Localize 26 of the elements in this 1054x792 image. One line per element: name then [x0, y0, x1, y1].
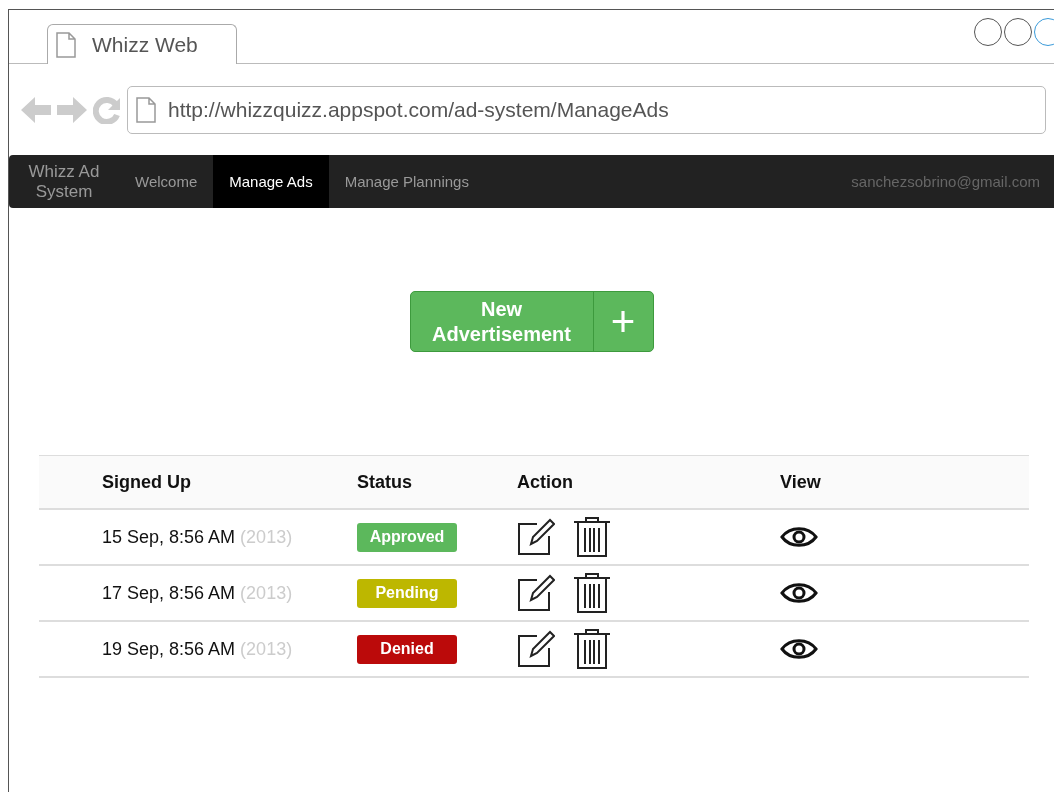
address-bar[interactable]: http://whizzquizz.appspot.com/ad-system/ManageAds [127, 85, 1046, 134]
column-header: Status [357, 471, 413, 493]
browser-tab[interactable]: Whizz Web [47, 24, 237, 64]
brand-name: Whizz Ad System [27, 161, 101, 202]
status-badge: Denied [357, 634, 457, 664]
column-header: Action [517, 471, 574, 493]
column-header: Signed Up [102, 471, 192, 493]
tab-title: Whizz Web [92, 32, 198, 57]
edit-icon[interactable] [517, 630, 555, 668]
status-badge: Pending [357, 578, 457, 608]
eye-icon[interactable] [780, 581, 818, 605]
nav-link[interactable]: Manage Plannings [328, 155, 485, 208]
trash-icon[interactable] [573, 517, 611, 557]
page-icon [56, 31, 76, 58]
eye-icon[interactable] [780, 637, 818, 661]
trash-icon[interactable] [573, 629, 611, 669]
nav-link[interactable]: Manage Ads [213, 155, 329, 208]
edit-icon[interactable] [517, 518, 555, 556]
trash-icon[interactable] [573, 573, 611, 613]
user-email: sanchezsobrino@gmail.com [851, 173, 1041, 190]
page-icon [136, 96, 156, 123]
column-header: View [780, 471, 822, 493]
eye-icon[interactable] [780, 525, 818, 549]
nav-link[interactable]: Welcome [119, 155, 214, 208]
edit-icon[interactable] [517, 574, 555, 612]
status-badge: Approved [357, 522, 457, 552]
